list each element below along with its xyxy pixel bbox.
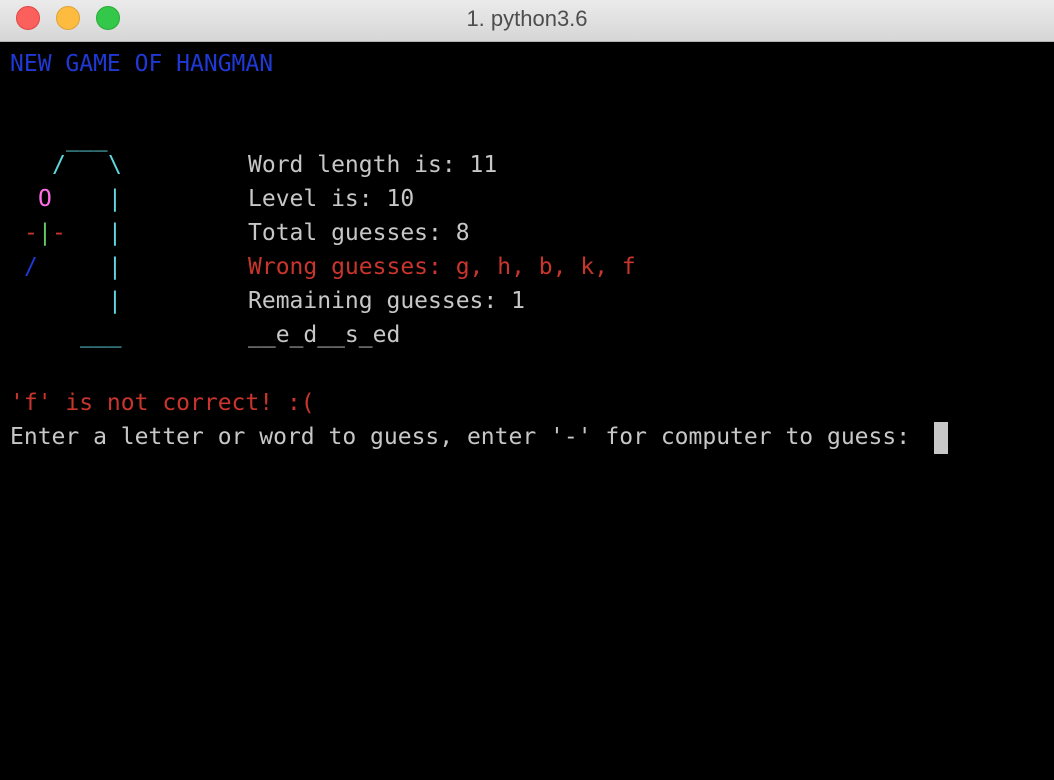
hangman-head: O <box>38 186 52 212</box>
window-titlebar[interactable]: 1. python3.6 <box>0 0 1054 42</box>
remaining-guesses-line: Remaining guesses: 1 <box>248 288 525 314</box>
gallows-base: ___ <box>80 322 122 348</box>
gallows-left-slash: / <box>52 152 66 178</box>
hangman-torso: | <box>38 220 52 246</box>
game-header: NEW GAME OF HANGMAN <box>10 51 274 77</box>
terminal-area[interactable]: NEW GAME OF HANGMAN ___ / \ O | - | - | … <box>0 42 1054 780</box>
gallows-right-backslash: \ <box>108 152 122 178</box>
total-guesses-line: Total guesses: 8 <box>248 220 470 246</box>
hangman-leg-left: / <box>24 254 38 280</box>
gallows-post-3: | <box>108 254 122 280</box>
hangman-arm-right: - <box>52 220 66 246</box>
gallows-top: ___ <box>66 126 108 152</box>
text-cursor[interactable] <box>934 422 948 454</box>
window-title: 1. python3.6 <box>466 6 588 31</box>
gallows-post-4: | <box>108 288 122 314</box>
level-line: Level is: 10 <box>248 186 415 212</box>
incorrect-message: 'f' is not correct! :( <box>10 390 315 416</box>
word-pattern: __e_d__s_ed <box>248 322 401 348</box>
gallows-post-1: | <box>108 186 122 212</box>
hangman-arm-left: - <box>24 220 38 246</box>
wrong-guesses-line: Wrong guesses: g, h, b, k, f <box>248 254 636 280</box>
word-length-line: Word length is: 11 <box>248 152 498 178</box>
gallows-post-2: | <box>108 220 122 246</box>
guess-prompt: Enter a letter or word to guess, enter '… <box>10 424 924 450</box>
